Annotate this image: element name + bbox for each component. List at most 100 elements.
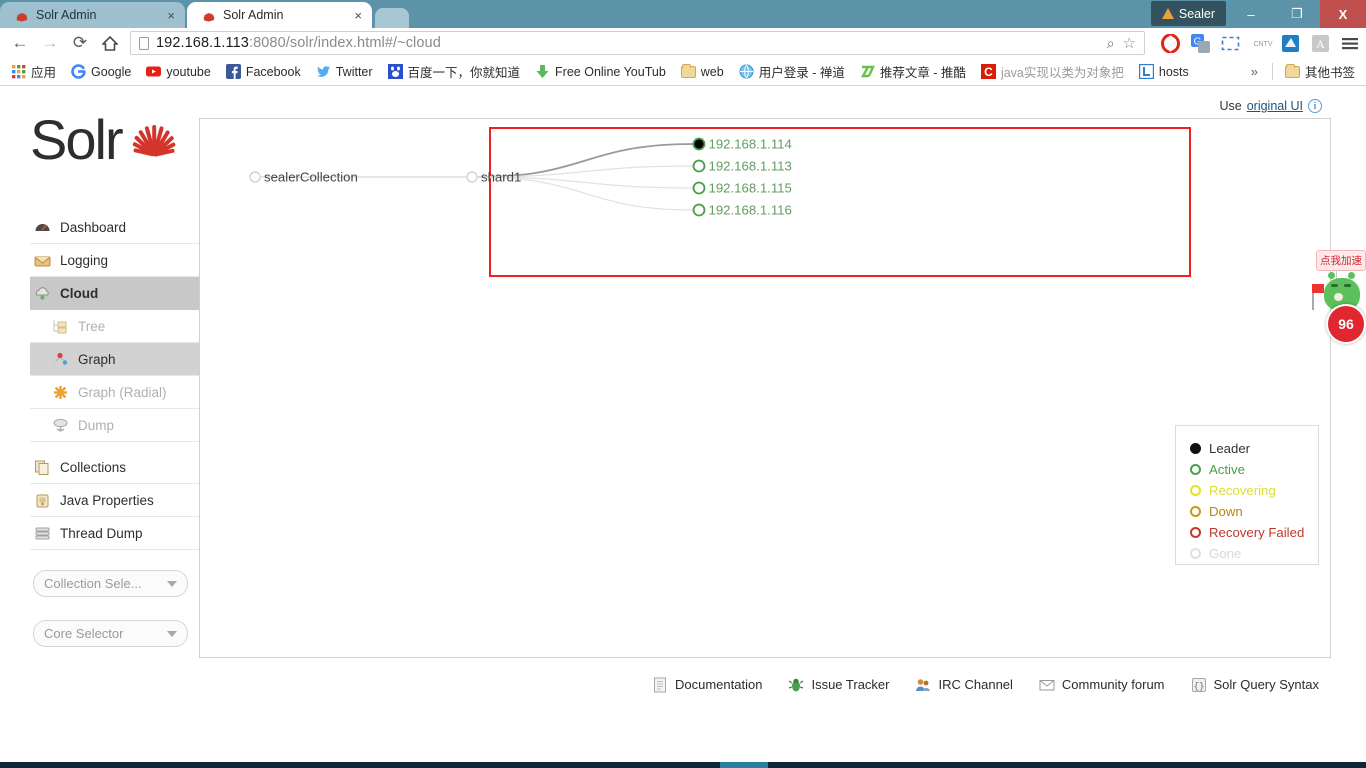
csdn-c-icon: C [980, 64, 996, 79]
new-tab-button[interactable] [375, 8, 409, 28]
sidebar-item-collections[interactable]: Collections [30, 451, 199, 484]
bookmark-free-online-youtube[interactable]: Free Online YouTub [529, 62, 672, 81]
graph-legend: Leader Active Recovering Down Recovery F… [1175, 425, 1319, 565]
forward-icon[interactable]: → [36, 30, 64, 56]
sidebar-item-dashboard[interactable]: Dashboard [30, 211, 199, 244]
sidebar-item-java-properties[interactable]: Java Properties [30, 484, 199, 517]
opera-icon[interactable] [1161, 33, 1180, 53]
legend-label: Recovering [1209, 483, 1276, 498]
graph-node-n115[interactable] [692, 181, 706, 195]
core-selector[interactable]: Core Selector [33, 620, 188, 647]
legend-row-gone: Gone [1190, 543, 1318, 564]
accelerate-bubble[interactable]: 点我加速 [1316, 250, 1366, 271]
sidebar-item-thread-dump[interactable]: Thread Dump [30, 517, 199, 550]
chrome-menu-icon[interactable] [1341, 34, 1360, 53]
cloud-icon [34, 285, 51, 302]
footer-label: Solr Query Syntax [1213, 677, 1320, 692]
cntv-icon[interactable]: CNTV [1251, 34, 1272, 53]
envelope-icon [1039, 677, 1055, 693]
bookmark-apps[interactable]: 应用 [5, 60, 62, 83]
browser-tab-2[interactable]: Solr Admin × [187, 2, 372, 28]
bookmark-label: Free Online YouTub [555, 64, 666, 79]
java-properties-icon [34, 492, 51, 509]
bookmark-youtube[interactable]: youtube [140, 62, 216, 81]
url-path: :8080/solr/index.html#/~cloud [248, 35, 441, 51]
bookmark-hosts[interactable]: hosts [1133, 62, 1195, 81]
bookmark-web[interactable]: web [675, 63, 730, 81]
graph-node-n116[interactable] [692, 203, 706, 217]
footer-link-issue-tracker[interactable]: Issue Tracker [788, 677, 889, 693]
browser-toolbar: ← → ⟳ 192.168.1.113:8080/solr/index.html… [0, 28, 1366, 58]
home-icon[interactable] [96, 30, 124, 56]
reload-icon[interactable]: ⟳ [66, 30, 94, 56]
bookmark-tuicool[interactable]: 推荐文章 - 推酷 [854, 60, 972, 83]
bookmark-label: 应用 [31, 66, 57, 80]
google-g-icon [71, 64, 86, 79]
address-bar[interactable]: 192.168.1.113:8080/solr/index.html#/~clo… [130, 31, 1145, 55]
selectors: Collection Sele... Core Selector [33, 570, 188, 670]
graph-node-shard1[interactable] [466, 171, 478, 183]
floating-accelerate-widget[interactable]: 点我加速 96 [1310, 250, 1366, 355]
footer-label: Community forum [1061, 677, 1165, 692]
font-a-icon[interactable]: A [1311, 34, 1330, 53]
sidebar-item-cloud[interactable]: Cloud [30, 277, 199, 310]
sidebar-item-tree[interactable]: Tree [30, 310, 199, 343]
apps-grid-icon [11, 64, 26, 79]
blue-app-icon[interactable] [1281, 34, 1300, 53]
bookmark-label: Google [91, 64, 132, 79]
solr-logo[interactable]: Solr [30, 112, 180, 184]
maximize-button[interactable]: ❐ [1274, 0, 1320, 28]
people-icon [915, 677, 931, 693]
graph-nodes: sealerCollection shard1 192.168.1.114 192.1… [249, 137, 792, 218]
legend-row-down: Down [1190, 501, 1318, 522]
footer-link-documentation[interactable]: Documentation [652, 677, 762, 693]
sidebar-item-graph-radial[interactable]: Graph (Radial) [30, 376, 199, 409]
sidebar-item-label: Collections [60, 459, 127, 475]
graph-node-n114[interactable] [692, 137, 706, 151]
info-icon[interactable]: i [1308, 99, 1322, 113]
browser-tab-1[interactable]: Solr Admin × [0, 2, 185, 28]
bookmark-csdn-java[interactable]: C java实现以类为对象把 [975, 60, 1130, 83]
legend-row-recovery-failed: Recovery Failed [1190, 522, 1318, 543]
sealer-window-chip[interactable]: Sealer [1150, 1, 1226, 26]
zoom-icon[interactable]: ⌕ [1107, 35, 1115, 52]
minimize-button[interactable]: – [1228, 0, 1274, 28]
sidebar-item-graph[interactable]: Graph [30, 343, 199, 376]
bookmark-baidu[interactable]: 百度一下，你就知道 [382, 60, 527, 83]
accelerate-count-badge[interactable]: 96 [1326, 304, 1366, 344]
sidebar-item-label: Graph (Radial) [78, 384, 167, 400]
graph-node-n113[interactable] [692, 159, 706, 173]
bookmark-label: java实现以类为对象把 [1000, 66, 1124, 80]
collection-selector[interactable]: Collection Sele... [33, 570, 188, 597]
tuku-icon [859, 64, 875, 79]
dashboard-icon [34, 219, 51, 236]
close-window-button[interactable]: X [1320, 0, 1366, 28]
other-bookmarks-folder[interactable]: 其他书签 [1279, 60, 1361, 83]
bookmark-facebook[interactable]: Facebook [220, 62, 307, 81]
sidebar: Solr Dashboard Logging Cloud Tree Graph … [0, 87, 199, 687]
footer-link-community-forum[interactable]: Community forum [1039, 677, 1165, 693]
bookmarks-overflow-button[interactable]: » [1243, 64, 1266, 79]
chevron-down-icon [167, 630, 177, 637]
sidebar-item-label: Logging [60, 252, 109, 268]
sidebar-item-logging[interactable]: Logging [30, 244, 199, 277]
tab-close-icon[interactable]: × [165, 9, 177, 22]
sidebar-item-dump[interactable]: Dump [30, 409, 199, 442]
bookmark-google[interactable]: Google [65, 62, 137, 81]
tab-close-icon[interactable]: × [352, 9, 364, 22]
screenshot-icon[interactable] [1221, 34, 1240, 53]
cloud-graph[interactable]: sealerCollection shard1 192.168.1.114 192.1… [200, 119, 1330, 419]
bookmark-zentao[interactable]: 用户登录 - 禅道 [733, 60, 851, 83]
collections-icon [34, 459, 51, 476]
legend-dot-gone [1190, 548, 1201, 559]
legend-row-recovering: Recovering [1190, 480, 1318, 501]
graph-node-collection[interactable] [249, 171, 261, 183]
footer-link-solr-query-syntax[interactable]: {} Solr Query Syntax [1191, 677, 1320, 693]
window-controls: – ❐ X [1228, 0, 1366, 28]
google-translate-icon[interactable]: G [1191, 33, 1210, 53]
footer-link-irc-channel[interactable]: IRC Channel [915, 677, 1013, 693]
bookmark-twitter[interactable]: Twitter [310, 62, 379, 81]
original-ui-link[interactable]: original UI [1247, 99, 1303, 113]
bookmark-star-icon[interactable]: ☆ [1123, 34, 1136, 52]
back-icon[interactable]: ← [6, 30, 34, 56]
